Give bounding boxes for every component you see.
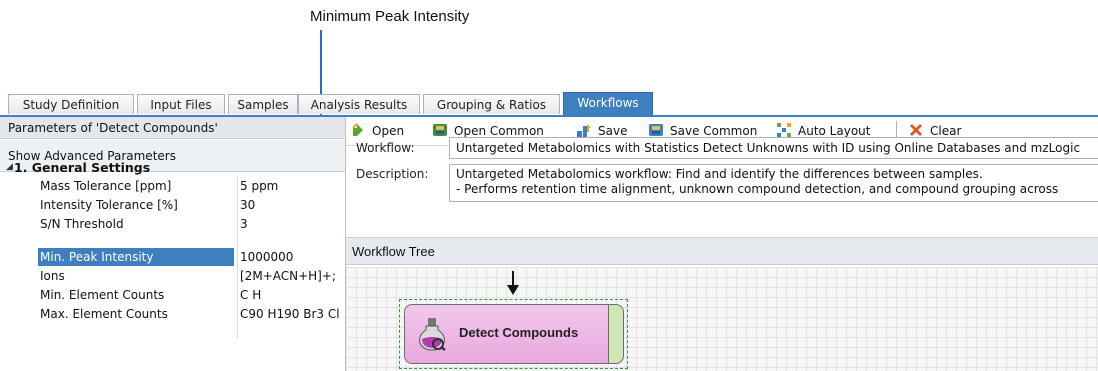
description-field[interactable]: Untargeted Metabolomics workflow: Find a… — [449, 164, 1098, 202]
param-value[interactable]: C90 H190 Br3 Cl — [240, 305, 344, 323]
description-label: Description: — [356, 167, 429, 181]
param-value[interactable]: 30 — [240, 196, 344, 214]
description-line-1: Untargeted Metabolomics workflow: Find a… — [456, 167, 983, 181]
detect-compounds-node[interactable]: Detect Compounds — [404, 304, 624, 364]
param-name: S/N Threshold — [40, 217, 124, 231]
parameters-panel-header: Parameters of 'Detect Compounds' — [0, 117, 345, 139]
workflow-name-field[interactable]: Untargeted Metabolomics with Statistics … — [449, 137, 1098, 159]
save-common-label: Save Common — [670, 124, 758, 138]
collapse-triangle-icon[interactable]: ◢ — [6, 162, 13, 172]
param-value[interactable]: [2M+ACN+H]+; — [240, 267, 344, 285]
open-common-icon — [433, 124, 447, 136]
open-icon — [352, 123, 363, 136]
param-name: Ions — [40, 269, 65, 283]
param-row-ions[interactable]: Ions [2M+ACN+H]+; — [0, 267, 345, 285]
save-label: Save — [598, 124, 628, 138]
tab-study-definition[interactable]: Study Definition — [8, 94, 134, 114]
clear-icon — [910, 124, 922, 136]
node-status-tab — [608, 305, 623, 363]
param-row-intensity-tolerance[interactable]: Intensity Tolerance [%] 30 — [0, 196, 345, 214]
param-row-max-element-counts[interactable]: Max. Element Counts C90 H190 Br3 Cl — [0, 305, 345, 323]
node-label: Detect Compounds — [459, 325, 579, 340]
description-line-2: - Performs retention time alignment, unk… — [456, 182, 1059, 196]
param-value[interactable]: 5 ppm — [240, 177, 344, 195]
param-name: Min. Element Counts — [40, 288, 165, 302]
callout-label: Minimum Peak Intensity — [310, 8, 470, 25]
flask-icon — [419, 318, 446, 351]
open-button[interactable]: Open — [350, 121, 404, 141]
clear-label: Clear — [930, 124, 962, 138]
param-row-sn-threshold[interactable]: S/N Threshold 3 — [0, 215, 345, 233]
workflow-tree-header: Workflow Tree — [346, 237, 1098, 265]
tab-samples[interactable]: Samples — [228, 94, 298, 114]
tab-grouping-ratios[interactable]: Grouping & Ratios — [423, 94, 560, 114]
tab-input-files[interactable]: Input Files — [137, 94, 225, 114]
param-value[interactable]: 3 — [240, 215, 344, 233]
param-value[interactable]: 1000000 — [240, 248, 344, 266]
workflow-panel: Open Open Common Save Save Common Auto L… — [346, 117, 1098, 371]
save-common-icon — [649, 124, 663, 136]
param-row-mass-tolerance[interactable]: Mass Tolerance [ppm] 5 ppm — [0, 177, 345, 195]
group-general-settings[interactable]: 1. General Settings — [14, 160, 150, 175]
param-value[interactable]: C H — [240, 286, 344, 304]
workflow-label: Workflow: — [356, 141, 415, 155]
param-name: Mass Tolerance [ppm] — [40, 179, 172, 193]
input-arrow-icon — [507, 285, 519, 295]
param-row-min-peak-intensity[interactable]: Min. Peak Intensity 1000000 — [0, 248, 345, 266]
param-name: Min. Peak Intensity — [38, 248, 234, 266]
param-row-min-element-counts[interactable]: Min. Element Counts C H — [0, 286, 345, 304]
save-icon — [577, 124, 591, 137]
tab-bar: Study Definition Input Files Samples Ana… — [0, 91, 1098, 115]
workflow-canvas[interactable]: Detect Compounds — [346, 267, 1098, 371]
auto-layout-label: Auto Layout — [798, 124, 871, 138]
open-label: Open — [372, 124, 405, 138]
param-name: Max. Element Counts — [40, 307, 168, 321]
open-common-label: Open Common — [454, 124, 544, 138]
tab-workflows[interactable]: Workflows — [563, 92, 653, 115]
param-name: Intensity Tolerance [%] — [40, 198, 178, 212]
auto-layout-icon — [777, 123, 791, 137]
parameters-panel: Parameters of 'Detect Compounds' Show Ad… — [0, 117, 346, 371]
tab-analysis-results[interactable]: Analysis Results — [298, 94, 420, 114]
